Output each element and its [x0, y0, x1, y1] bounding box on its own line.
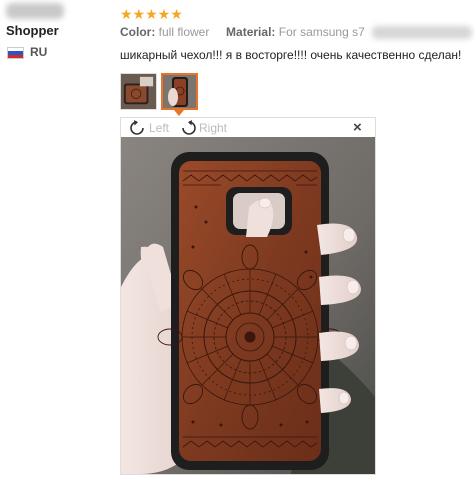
rotate-right-label: Right	[199, 121, 228, 135]
viewer-toolbar: Left Right ×	[121, 118, 375, 137]
russia-flag-icon	[7, 47, 24, 59]
color-label: Color:	[120, 25, 156, 39]
thumbnail-image-1	[121, 74, 156, 109]
redacted-text	[372, 26, 472, 39]
review-photo	[121, 137, 375, 474]
rotate-left-label: Left	[149, 121, 170, 135]
buyer-country: RU	[30, 45, 48, 59]
star-rating: ★★★★★	[120, 6, 183, 22]
material-label: Material:	[226, 25, 276, 39]
material-value: For samsung s7	[278, 25, 365, 39]
rotate-left-button[interactable]: Left	[129, 120, 169, 136]
color-value: full flower	[158, 25, 210, 39]
review-text: шикарный чехол!!! я в восторге!!!! очень…	[120, 48, 462, 62]
order-attributes: Color: full flower Material: For samsung…	[120, 25, 365, 39]
buyer-name-redacted	[6, 3, 64, 19]
close-viewer-button[interactable]: ×	[353, 119, 362, 136]
review-photo-thumbnail-2[interactable]	[161, 73, 198, 110]
buyer-label: Shopper	[6, 23, 59, 38]
rotate-left-icon	[130, 120, 144, 135]
rotate-right-button[interactable]: Right	[179, 120, 227, 136]
thumbnail-image-2	[163, 75, 196, 108]
active-thumbnail-pointer	[174, 110, 184, 116]
review-photo-thumbnail-1[interactable]	[120, 73, 157, 110]
rotate-right-icon	[182, 120, 196, 135]
photo-viewer: Left Right ×	[120, 117, 376, 475]
